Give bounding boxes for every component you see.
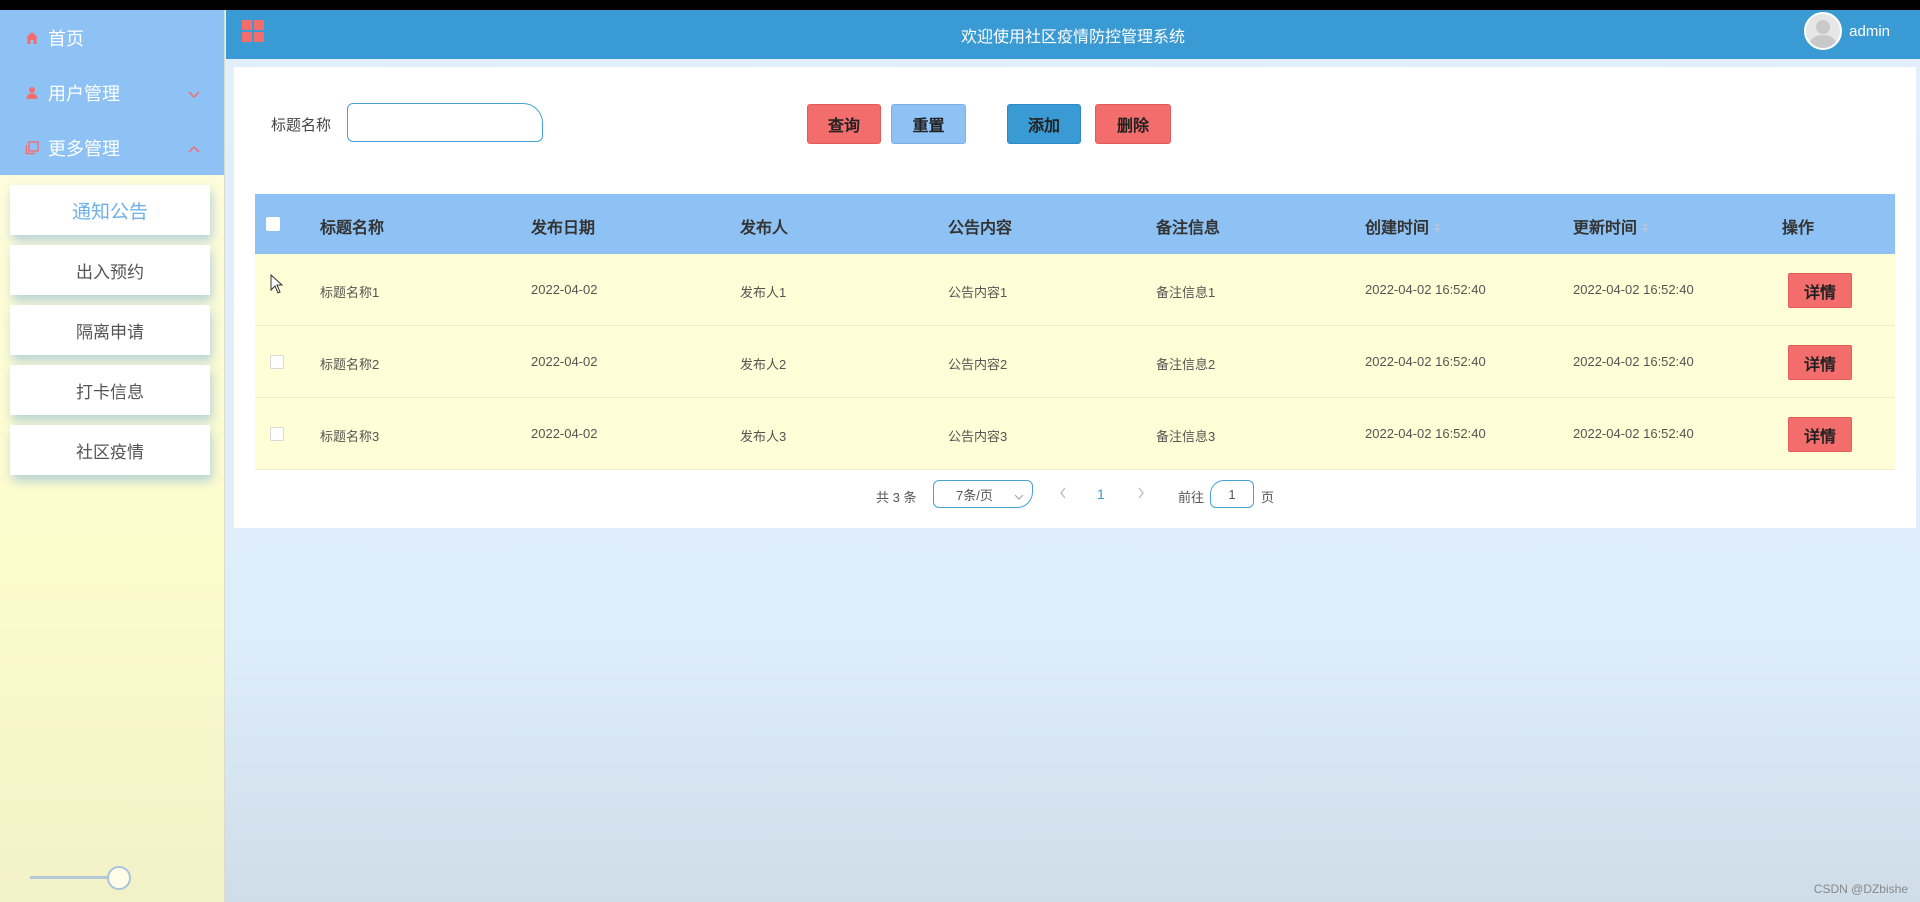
cell-title: 标题名称3 — [320, 429, 380, 444]
total-count: 共 3 条 — [876, 490, 917, 505]
table-row: 标题名称1 2022-04-02 发布人1 公告内容1 备注信息1 2022-0… — [255, 254, 1895, 326]
query-button[interactable]: 查询 — [807, 104, 881, 144]
row-checkbox[interactable] — [270, 355, 284, 369]
cell-updated: 2022-04-02 16:52:40 — [1573, 282, 1694, 297]
slider-handle[interactable] — [107, 866, 131, 890]
sort-icon[interactable] — [1641, 220, 1649, 238]
top-header: 欢迎使用社区疫情防控管理系统 admin — [226, 10, 1920, 59]
cell-content: 公告内容2 — [948, 357, 1008, 372]
column-header-created[interactable]: 创建时间 — [1365, 214, 1441, 238]
column-header-remarks: 备注信息 — [1156, 220, 1221, 237]
sidebar-menu: 首页 用户管理 更多管理 — [0, 10, 224, 175]
sidebar-item-more-management[interactable]: 更多管理 — [0, 120, 224, 175]
search-input[interactable] — [347, 103, 543, 142]
user-menu[interactable]: admin — [1804, 12, 1890, 50]
table-header: 标题名称 发布日期 发布人 公告内容 备注信息 创建时间 更新时间 操作 — [255, 194, 1895, 254]
submenu-item-checkin[interactable]: 打卡信息 — [10, 365, 210, 415]
cell-publish-date: 2022-04-02 — [531, 282, 598, 297]
sidebar: 首页 用户管理 更多管理 通知公告 出入预约 隔离申请 打卡信息 社区疫情 — [0, 10, 225, 902]
select-all-checkbox[interactable] — [266, 217, 280, 231]
cell-title: 标题名称2 — [320, 357, 380, 372]
page-title: 欢迎使用社区疫情防控管理系统 — [960, 28, 1185, 46]
chevron-up-icon — [188, 137, 200, 158]
submenu-item-notice[interactable]: 通知公告 — [10, 185, 210, 235]
sidebar-item-label: 用户管理 — [48, 83, 120, 104]
pagination: 共 3 条 7条/页 1 前往 1 页 — [234, 480, 1916, 510]
column-header-title: 标题名称 — [320, 220, 385, 237]
sort-icon[interactable] — [1433, 220, 1441, 238]
column-header-content: 公告内容 — [948, 220, 1013, 237]
next-page-button[interactable] — [1136, 486, 1146, 505]
main-panel: 标题名称 查询 重置 添加 删除 标题名称 发布日期 发布人 公告内容 备注信息… — [234, 67, 1916, 528]
cell-publisher: 发布人2 — [740, 357, 787, 372]
column-header-publish-date: 发布日期 — [531, 220, 596, 237]
watermark: CSDN @DZbishe — [1813, 882, 1908, 896]
column-header-actions: 操作 — [1782, 220, 1815, 237]
delete-button[interactable]: 删除 — [1095, 104, 1171, 144]
grid-menu-icon[interactable] — [242, 20, 264, 47]
data-table: 标题名称 发布日期 发布人 公告内容 备注信息 创建时间 更新时间 操作 标题名… — [255, 194, 1895, 470]
column-header-label: 更新时间 — [1573, 220, 1638, 237]
copy-icon — [24, 140, 40, 156]
cell-publish-date: 2022-04-02 — [531, 426, 598, 441]
user-icon — [24, 85, 40, 101]
detail-button[interactable]: 详情 — [1788, 273, 1852, 308]
sidebar-item-label: 更多管理 — [48, 138, 120, 159]
chevron-down-icon — [1014, 489, 1024, 504]
cell-remarks: 备注信息2 — [1156, 357, 1216, 372]
cell-remarks: 备注信息3 — [1156, 429, 1216, 444]
cell-updated: 2022-04-02 16:52:40 — [1573, 354, 1694, 369]
sidebar-item-label: 首页 — [48, 28, 84, 49]
search-label: 标题名称 — [271, 117, 332, 134]
home-icon — [24, 30, 40, 46]
cell-title: 标题名称1 — [320, 285, 380, 300]
page-unit-label: 页 — [1261, 490, 1275, 505]
sidebar-item-user-management[interactable]: 用户管理 — [0, 65, 224, 120]
cell-publish-date: 2022-04-02 — [531, 354, 598, 369]
cell-created: 2022-04-02 16:52:40 — [1365, 354, 1486, 369]
cell-created: 2022-04-02 16:52:40 — [1365, 426, 1486, 441]
cell-remarks: 备注信息1 — [1156, 285, 1216, 300]
page-size-select[interactable]: 7条/页 — [933, 480, 1033, 508]
goto-label: 前往 — [1178, 490, 1205, 505]
column-header-label: 创建时间 — [1365, 220, 1430, 237]
app-window: 首页 用户管理 更多管理 通知公告 出入预约 隔离申请 打卡信息 社区疫情 欢迎… — [0, 10, 1920, 902]
sidebar-item-home[interactable]: 首页 — [0, 10, 224, 65]
page-size-value: 7条/页 — [956, 487, 993, 503]
reset-button[interactable]: 重置 — [891, 104, 966, 144]
table-row: 标题名称2 2022-04-02 发布人2 公告内容2 备注信息2 2022-0… — [255, 326, 1895, 398]
prev-page-button[interactable] — [1058, 486, 1068, 505]
detail-button[interactable]: 详情 — [1788, 345, 1852, 380]
submenu-list: 通知公告 出入预约 隔离申请 打卡信息 社区疫情 — [0, 175, 224, 475]
avatar[interactable] — [1804, 12, 1843, 50]
submenu-item-quarantine[interactable]: 隔离申请 — [10, 305, 210, 355]
column-header-publisher: 发布人 — [740, 220, 789, 237]
mouse-cursor-icon — [270, 273, 284, 299]
row-checkbox[interactable] — [270, 427, 284, 441]
cell-updated: 2022-04-02 16:52:40 — [1573, 426, 1694, 441]
cell-publisher: 发布人3 — [740, 429, 787, 444]
column-header-updated[interactable]: 更新时间 — [1573, 214, 1649, 238]
table-row: 标题名称3 2022-04-02 发布人3 公告内容3 备注信息3 2022-0… — [255, 398, 1895, 470]
page-jump-input[interactable]: 1 — [1210, 480, 1254, 508]
add-button[interactable]: 添加 — [1007, 104, 1081, 144]
submenu-item-entry-booking[interactable]: 出入预约 — [10, 245, 210, 295]
current-page[interactable]: 1 — [1097, 486, 1105, 502]
cell-content: 公告内容3 — [948, 429, 1008, 444]
cell-content: 公告内容1 — [948, 285, 1008, 300]
username: admin — [1849, 22, 1890, 40]
chevron-down-icon — [188, 82, 200, 103]
submenu-item-community-epidemic[interactable]: 社区疫情 — [10, 425, 210, 475]
cell-created: 2022-04-02 16:52:40 — [1365, 282, 1486, 297]
detail-button[interactable]: 详情 — [1788, 417, 1852, 452]
cell-publisher: 发布人1 — [740, 285, 787, 300]
